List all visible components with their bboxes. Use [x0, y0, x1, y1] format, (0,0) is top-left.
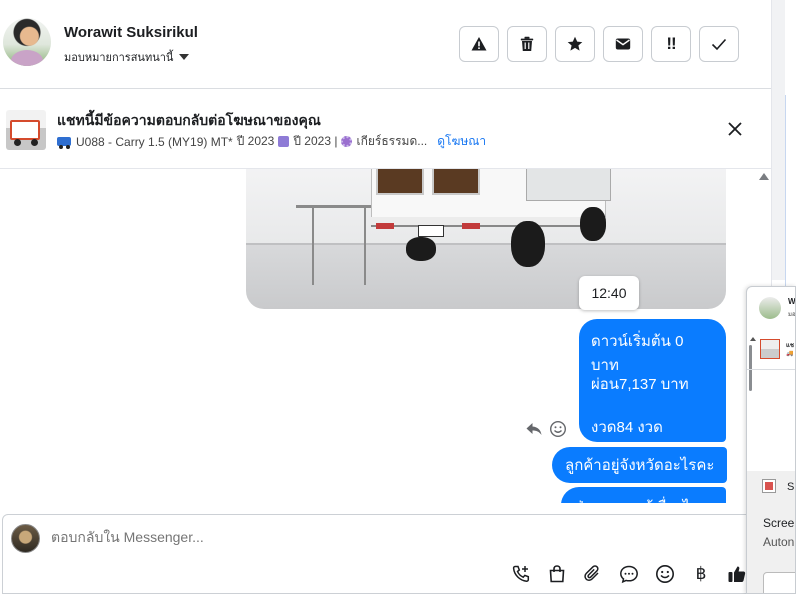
messenger-inbox: Worawit Suksirikul มอบหมายการสนทนานี้ !! [0, 0, 796, 594]
popup-divider [747, 369, 795, 370]
side-panel-edge [785, 95, 796, 295]
popup-scroll-up-icon[interactable] [750, 337, 756, 341]
ad-gear: เกียร์ธรรมด... [356, 134, 428, 148]
contact-avatar[interactable] [3, 18, 51, 66]
reply-icon[interactable] [525, 420, 543, 438]
call-add-icon [512, 565, 530, 582]
toast-subtitle: Auton [763, 535, 795, 549]
page-scrollbar[interactable] [772, 0, 785, 280]
snipping-tool-icon [762, 479, 776, 493]
outgoing-message-bubble[interactable]: ลูกค้าอยู่จังหวัดอะไรคะ [552, 447, 728, 483]
caret-down-icon [179, 54, 190, 60]
message-actions [525, 420, 567, 438]
shop-button[interactable] [546, 563, 568, 585]
reply-input[interactable] [51, 529, 451, 545]
popup-name: Wo [788, 297, 796, 306]
conversation-header: Worawit Suksirikul มอบหมายการสนทนานี้ !! [0, 0, 771, 88]
paperclip-icon [584, 565, 599, 582]
calendar-icon [278, 136, 290, 147]
toast-app-name: Sn [787, 481, 795, 493]
trash-icon [520, 36, 534, 51]
outgoing-message-bubble[interactable]: ปุ่มลงอยากรู้เรื่องไหน [561, 487, 726, 503]
ad-details: U088 - Carry 1.5 (MY19) MT* ปี 2023 ปี 2… [57, 132, 486, 151]
check-icon [711, 38, 727, 51]
mark-unread-button[interactable] [603, 26, 643, 62]
star-icon [567, 36, 583, 51]
ad-year-1: ปี 2023 [236, 134, 275, 148]
message-thread: 12:40 ดาวน์เริ่มต้น 0 บาท ผ่อน7,137 บาท … [0, 169, 771, 503]
popup-subtitle: มอ [788, 312, 796, 318]
priority-button[interactable]: !! [651, 26, 691, 62]
message-line-1: ดาวน์เริ่มต้น 0 บาท [591, 333, 684, 374]
ad-model: U088 - Carry 1.5 (MY19) MT* [76, 134, 233, 149]
attach-button[interactable] [582, 563, 604, 585]
page-avatar [11, 524, 40, 553]
view-ad-link[interactable]: ดูโฆษณา [437, 132, 486, 151]
toast-title: Scree [763, 516, 795, 530]
outgoing-message-bubble[interactable]: ดาวน์เริ่มต้น 0 บาท ผ่อน7,137 บาท งวด84 … [579, 319, 726, 442]
react-emoji-icon[interactable] [549, 420, 567, 438]
emoji-icon [656, 565, 674, 583]
chat-popup-preview[interactable]: Wo มอ แช 🚚 Sn Scree Auton [746, 286, 796, 594]
double-exclamation-icon: !! [666, 34, 676, 53]
composer-toolbar: ฿ [510, 563, 748, 585]
saved-replies-icon [620, 565, 638, 584]
like-button[interactable] [726, 563, 748, 585]
baht-icon: ฿ [695, 564, 707, 583]
vehicle-photo-message[interactable] [246, 169, 726, 309]
message-line-3: งวด84 งวด [591, 419, 663, 436]
popup-ad-detail: 🚚 [786, 351, 794, 357]
scroll-up-icon[interactable] [759, 173, 769, 180]
call-add-button[interactable] [510, 563, 532, 585]
message-line-2: ผ่อน7,137 บาท [591, 376, 689, 393]
thumbs-up-icon [728, 566, 746, 582]
reply-composer: ฿ [2, 514, 771, 594]
toast-button[interactable] [763, 572, 795, 593]
assign-label: มอบหมายการสนทนานี้ [64, 52, 174, 64]
done-button[interactable] [699, 26, 739, 62]
ad-banner-title: แชทนี้มีข้อความตอบกลับต่อโฆษณาของคุณ [57, 112, 321, 128]
popup-scrollbar[interactable] [749, 345, 752, 391]
emoji-button[interactable] [654, 563, 676, 585]
saved-replies-button[interactable] [618, 563, 640, 585]
ad-reply-banner: แชทนี้มีข้อความตอบกลับต่อโฆษณาของคุณ U08… [0, 89, 771, 168]
ad-thumbnail[interactable] [6, 110, 46, 150]
gear-icon [341, 136, 353, 147]
message-timestamp: 12:40 [579, 276, 639, 310]
popup-avatar [759, 297, 781, 319]
star-button[interactable] [555, 26, 595, 62]
delete-button[interactable] [507, 26, 547, 62]
report-button[interactable] [459, 26, 499, 62]
close-icon[interactable] [724, 118, 746, 140]
popup-ad-title: แช [786, 343, 794, 349]
warning-icon [471, 37, 487, 51]
shopping-bag-icon [549, 565, 565, 583]
truck-icon [57, 137, 71, 149]
contact-name[interactable]: Worawit Suksirikul [64, 24, 198, 41]
payment-button[interactable]: ฿ [690, 563, 712, 585]
envelope-icon [615, 38, 631, 50]
assign-conversation-dropdown[interactable]: มอบหมายการสนทนานี้ [64, 48, 190, 66]
popup-ad-thumbnail [760, 339, 780, 359]
ad-year-2: ปี 2023 | [293, 134, 338, 148]
header-actions: !! [459, 26, 739, 62]
